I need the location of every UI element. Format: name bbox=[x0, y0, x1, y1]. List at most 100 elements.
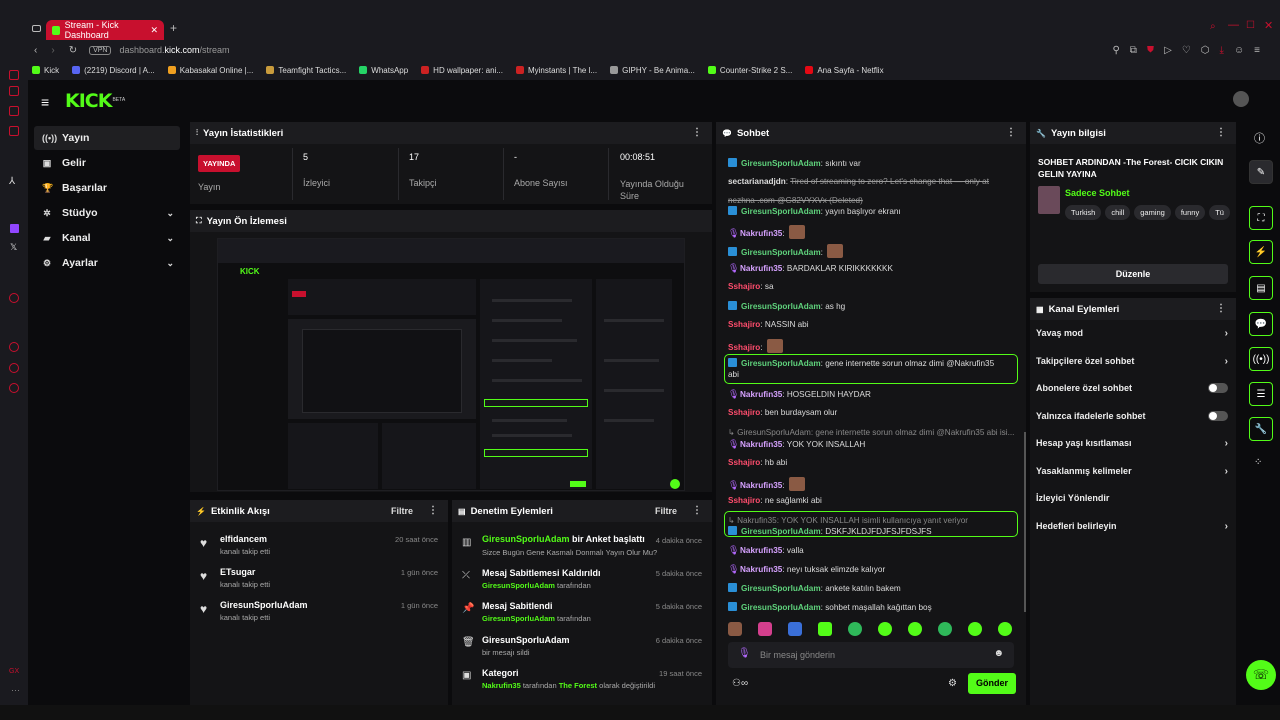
search-icon[interactable]: ⌕ bbox=[1210, 21, 1216, 32]
chat-username[interactable]: Nakrufin35 bbox=[740, 390, 782, 399]
chat-message[interactable]: Sshajiro: ben burdaysam olur bbox=[728, 408, 837, 417]
user-avatar[interactable] bbox=[1233, 91, 1249, 107]
channel-action-item[interactable]: Hesap yaşı kısıtlaması › bbox=[1036, 438, 1228, 449]
chat-message[interactable]: GiresunSporluAdam: DSKFJKLDJFDJFSJFDSJFS bbox=[728, 526, 932, 536]
channel-action-item[interactable]: İzleyici Yönlendir bbox=[1036, 493, 1228, 503]
chat-message[interactable]: 🎙Nakrufin35: bbox=[728, 477, 805, 491]
chat-username[interactable]: GiresunSporluAdam bbox=[741, 359, 821, 368]
emote-1-icon[interactable] bbox=[728, 622, 742, 636]
workspace-icon[interactable] bbox=[9, 126, 19, 136]
emote-6-icon[interactable] bbox=[878, 622, 892, 636]
sidebar-item-1[interactable]: ▣ Gelir bbox=[34, 151, 180, 175]
reload-icon[interactable]: ↻ bbox=[69, 45, 77, 56]
chat-users-icon[interactable]: ⚇∞ bbox=[732, 678, 748, 689]
chat-message[interactable]: Sshajiro: ne sağlamki abi bbox=[728, 496, 822, 505]
chat-message[interactable]: GiresunSporluAdam: ankete katılın bakem bbox=[728, 583, 901, 593]
chat-username[interactable]: Nakrufin35 bbox=[740, 481, 782, 490]
bookmark-item[interactable]: WhatsApp bbox=[359, 66, 408, 75]
channel-action-item[interactable]: Yavaş mod › bbox=[1036, 328, 1228, 339]
shortcut-broadcast-button[interactable]: ((•)) bbox=[1249, 347, 1273, 371]
chat-username[interactable]: Nakrufin35 bbox=[740, 264, 782, 273]
bookmark-item[interactable]: (2219) Discord | A... bbox=[72, 66, 155, 75]
info-icon[interactable]: ⓘ bbox=[1254, 130, 1265, 146]
bookmark-item[interactable]: Teamfight Tactics... bbox=[266, 66, 346, 75]
chat-message[interactable]: 🎙Nakrufin35: YOK YOK INSALLAH bbox=[728, 439, 865, 449]
url-field[interactable]: dashboard.kick.com/stream bbox=[119, 45, 229, 55]
shortcut-flash-button[interactable]: ⚡ bbox=[1249, 240, 1273, 264]
emote-8-icon[interactable] bbox=[938, 622, 952, 636]
shield-icon[interactable]: ⛊ bbox=[1147, 45, 1164, 56]
bookmark-item[interactable]: Counter-Strike 2 S... bbox=[707, 66, 792, 75]
sidebar-item-3[interactable]: ✲ Stüdyo ⌄ bbox=[34, 201, 180, 225]
channel-actions-more-icon[interactable]: ⋮ bbox=[1216, 303, 1226, 314]
chat-message[interactable]: sectarianadjdn: Tired of streaming to ze… bbox=[728, 177, 989, 186]
chat-username[interactable]: GiresunSporluAdam bbox=[741, 584, 821, 593]
toggle-switch[interactable] bbox=[1208, 410, 1228, 421]
chat-username[interactable]: Sshajiro bbox=[728, 458, 760, 467]
chat-message[interactable]: GiresunSporluAdam: sohbet maşallah kağıt… bbox=[728, 602, 932, 612]
activity-user[interactable]: elfidancem bbox=[220, 534, 267, 544]
stream-tag[interactable]: funny bbox=[1174, 205, 1206, 220]
minimize-button[interactable]: — bbox=[1228, 19, 1239, 31]
chat-message[interactable]: abi bbox=[728, 370, 739, 379]
history-icon[interactable] bbox=[9, 342, 19, 352]
hamburger-menu-icon[interactable]: ≡ bbox=[41, 94, 49, 110]
chat-message[interactable]: GiresunSporluAdam: yayın başlıyor ekranı bbox=[728, 206, 901, 216]
emoji-icon[interactable]: ☻ bbox=[993, 648, 1004, 659]
sidebar-item-0[interactable]: ((•)) Yayın bbox=[34, 126, 180, 150]
bookmark-item[interactable]: Myinstants | The l... bbox=[515, 66, 597, 75]
emote-10-icon[interactable] bbox=[998, 622, 1012, 636]
emote-4-icon[interactable] bbox=[818, 622, 832, 636]
stream-tag[interactable]: Turkish bbox=[1065, 205, 1102, 220]
chat-username[interactable]: GiresunSporluAdam bbox=[741, 207, 821, 216]
chat-message[interactable]: Sshajiro: NASSIN abi bbox=[728, 320, 809, 329]
download-icon[interactable]: ⤓ bbox=[1220, 45, 1234, 56]
emote-5-icon[interactable] bbox=[848, 622, 862, 636]
chat-message[interactable]: GiresunSporluAdam: as hg bbox=[728, 301, 845, 311]
bookmark-item[interactable]: Kick bbox=[32, 66, 59, 75]
chat-message[interactable]: ↳ GiresunSporluAdam: gene internette sor… bbox=[728, 427, 1014, 437]
channel-action-item[interactable]: Hedefleri belirleyin › bbox=[1036, 521, 1228, 532]
shortcut-clip-button[interactable]: ⛶ bbox=[1249, 206, 1273, 230]
chat-message[interactable]: Sshajiro: hb abi bbox=[728, 458, 787, 467]
channel-action-item[interactable]: Abonelere özel sohbet bbox=[1036, 383, 1228, 393]
extensions-side-icon[interactable] bbox=[9, 363, 19, 373]
chat-message[interactable]: 🎙Nakrufin35: neyı tuksak elimzde kalıyor bbox=[728, 564, 885, 574]
shortcut-tools-button[interactable]: 🔧 bbox=[1249, 417, 1273, 441]
pin-icon[interactable]: ⚲ bbox=[1112, 45, 1129, 56]
emote-3-icon[interactable] bbox=[788, 622, 802, 636]
chat-input-box[interactable]: 🎙 Bir mesaj gönderin ☻ bbox=[728, 642, 1014, 668]
twitch-icon[interactable] bbox=[10, 224, 19, 233]
stream-category[interactable]: Sadece Sohbet bbox=[1065, 188, 1130, 198]
chat-username[interactable]: GiresunSporluAdam bbox=[741, 248, 821, 257]
bookmark-item[interactable]: HD wallpaper: ani... bbox=[421, 66, 503, 75]
aria-ai-icon[interactable]: ⅄ bbox=[9, 176, 15, 187]
activity-user[interactable]: ETsugar bbox=[220, 567, 255, 577]
chat-username[interactable]: GiresunSporluAdam bbox=[741, 527, 821, 536]
preview-video[interactable]: KICK bbox=[217, 238, 685, 491]
chat-message[interactable]: GiresunSporluAdam: gene internette sorun… bbox=[728, 358, 994, 368]
x-twitter-icon[interactable]: 𝕏 bbox=[10, 242, 17, 253]
shortcut-more-icon[interactable]: ⁘ bbox=[1254, 457, 1262, 468]
emote-7-icon[interactable] bbox=[908, 622, 922, 636]
chat-message[interactable]: Sshajiro: sa bbox=[728, 282, 774, 291]
settings-side-icon[interactable] bbox=[9, 383, 19, 393]
back-icon[interactable]: ‹ bbox=[34, 45, 37, 56]
chat-message[interactable]: GiresunSporluAdam: bbox=[728, 244, 844, 258]
chat-username[interactable]: Nakrufin35 bbox=[740, 229, 782, 238]
stream-tag[interactable]: Tü bbox=[1209, 205, 1230, 220]
chat-username[interactable]: Nakrufin35 bbox=[740, 565, 782, 574]
chat-username[interactable]: sectarianadjdn bbox=[728, 177, 786, 186]
chat-username[interactable]: Sshajiro bbox=[728, 408, 760, 417]
sidebar-item-5[interactable]: ⚙ Ayarlar ⌄ bbox=[34, 251, 180, 275]
activity-user[interactable]: GiresunSporluAdam bbox=[220, 600, 308, 610]
edit-stream-button[interactable]: Düzenle bbox=[1038, 264, 1228, 284]
support-fab[interactable]: ☏ bbox=[1246, 660, 1276, 690]
bookmark-item[interactable]: GIPHY - Be Anima... bbox=[610, 66, 695, 75]
stats-more-icon[interactable]: ⋮ bbox=[692, 127, 702, 138]
bookmark-item[interactable]: Ana Sayfa - Netflix bbox=[805, 66, 884, 75]
shortcut-list-button[interactable]: ☰ bbox=[1249, 382, 1273, 406]
bookmark-item[interactable]: Kabasakal Online |... bbox=[167, 66, 253, 75]
toggle-switch[interactable] bbox=[1208, 383, 1228, 393]
chat-username[interactable]: Sshajiro bbox=[728, 343, 760, 352]
